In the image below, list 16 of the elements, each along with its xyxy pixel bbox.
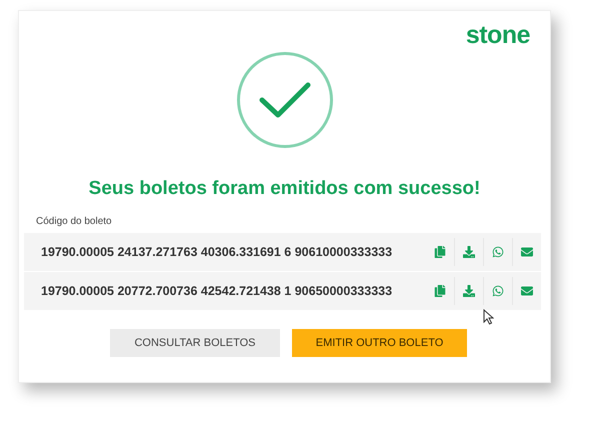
boleto-code: 19790.00005 20772.700736 42542.721438 1 90650000333333	[41, 284, 394, 298]
download-icon	[463, 246, 475, 258]
boleto-code: 19790.00005 24137.271763 40306.331691 6 90610000333333	[41, 245, 394, 259]
success-title: Seus boletos foram emitidos com sucesso!	[88, 178, 480, 200]
email-icon	[521, 285, 533, 297]
code-label: Código do boleto	[36, 216, 112, 227]
success-icon	[236, 52, 332, 148]
download-icon	[463, 285, 475, 297]
whatsapp-icon	[492, 246, 504, 258]
copy-icon	[434, 246, 446, 258]
copy-icon	[434, 285, 446, 297]
secondary-button[interactable]: CONSULTAR BOLETOS	[110, 329, 280, 357]
whatsapp-icon	[492, 285, 504, 297]
logo: stone	[466, 21, 530, 50]
primary-button[interactable]: EMITIR OUTRO BOLETO	[292, 329, 467, 357]
email-icon	[521, 246, 533, 258]
